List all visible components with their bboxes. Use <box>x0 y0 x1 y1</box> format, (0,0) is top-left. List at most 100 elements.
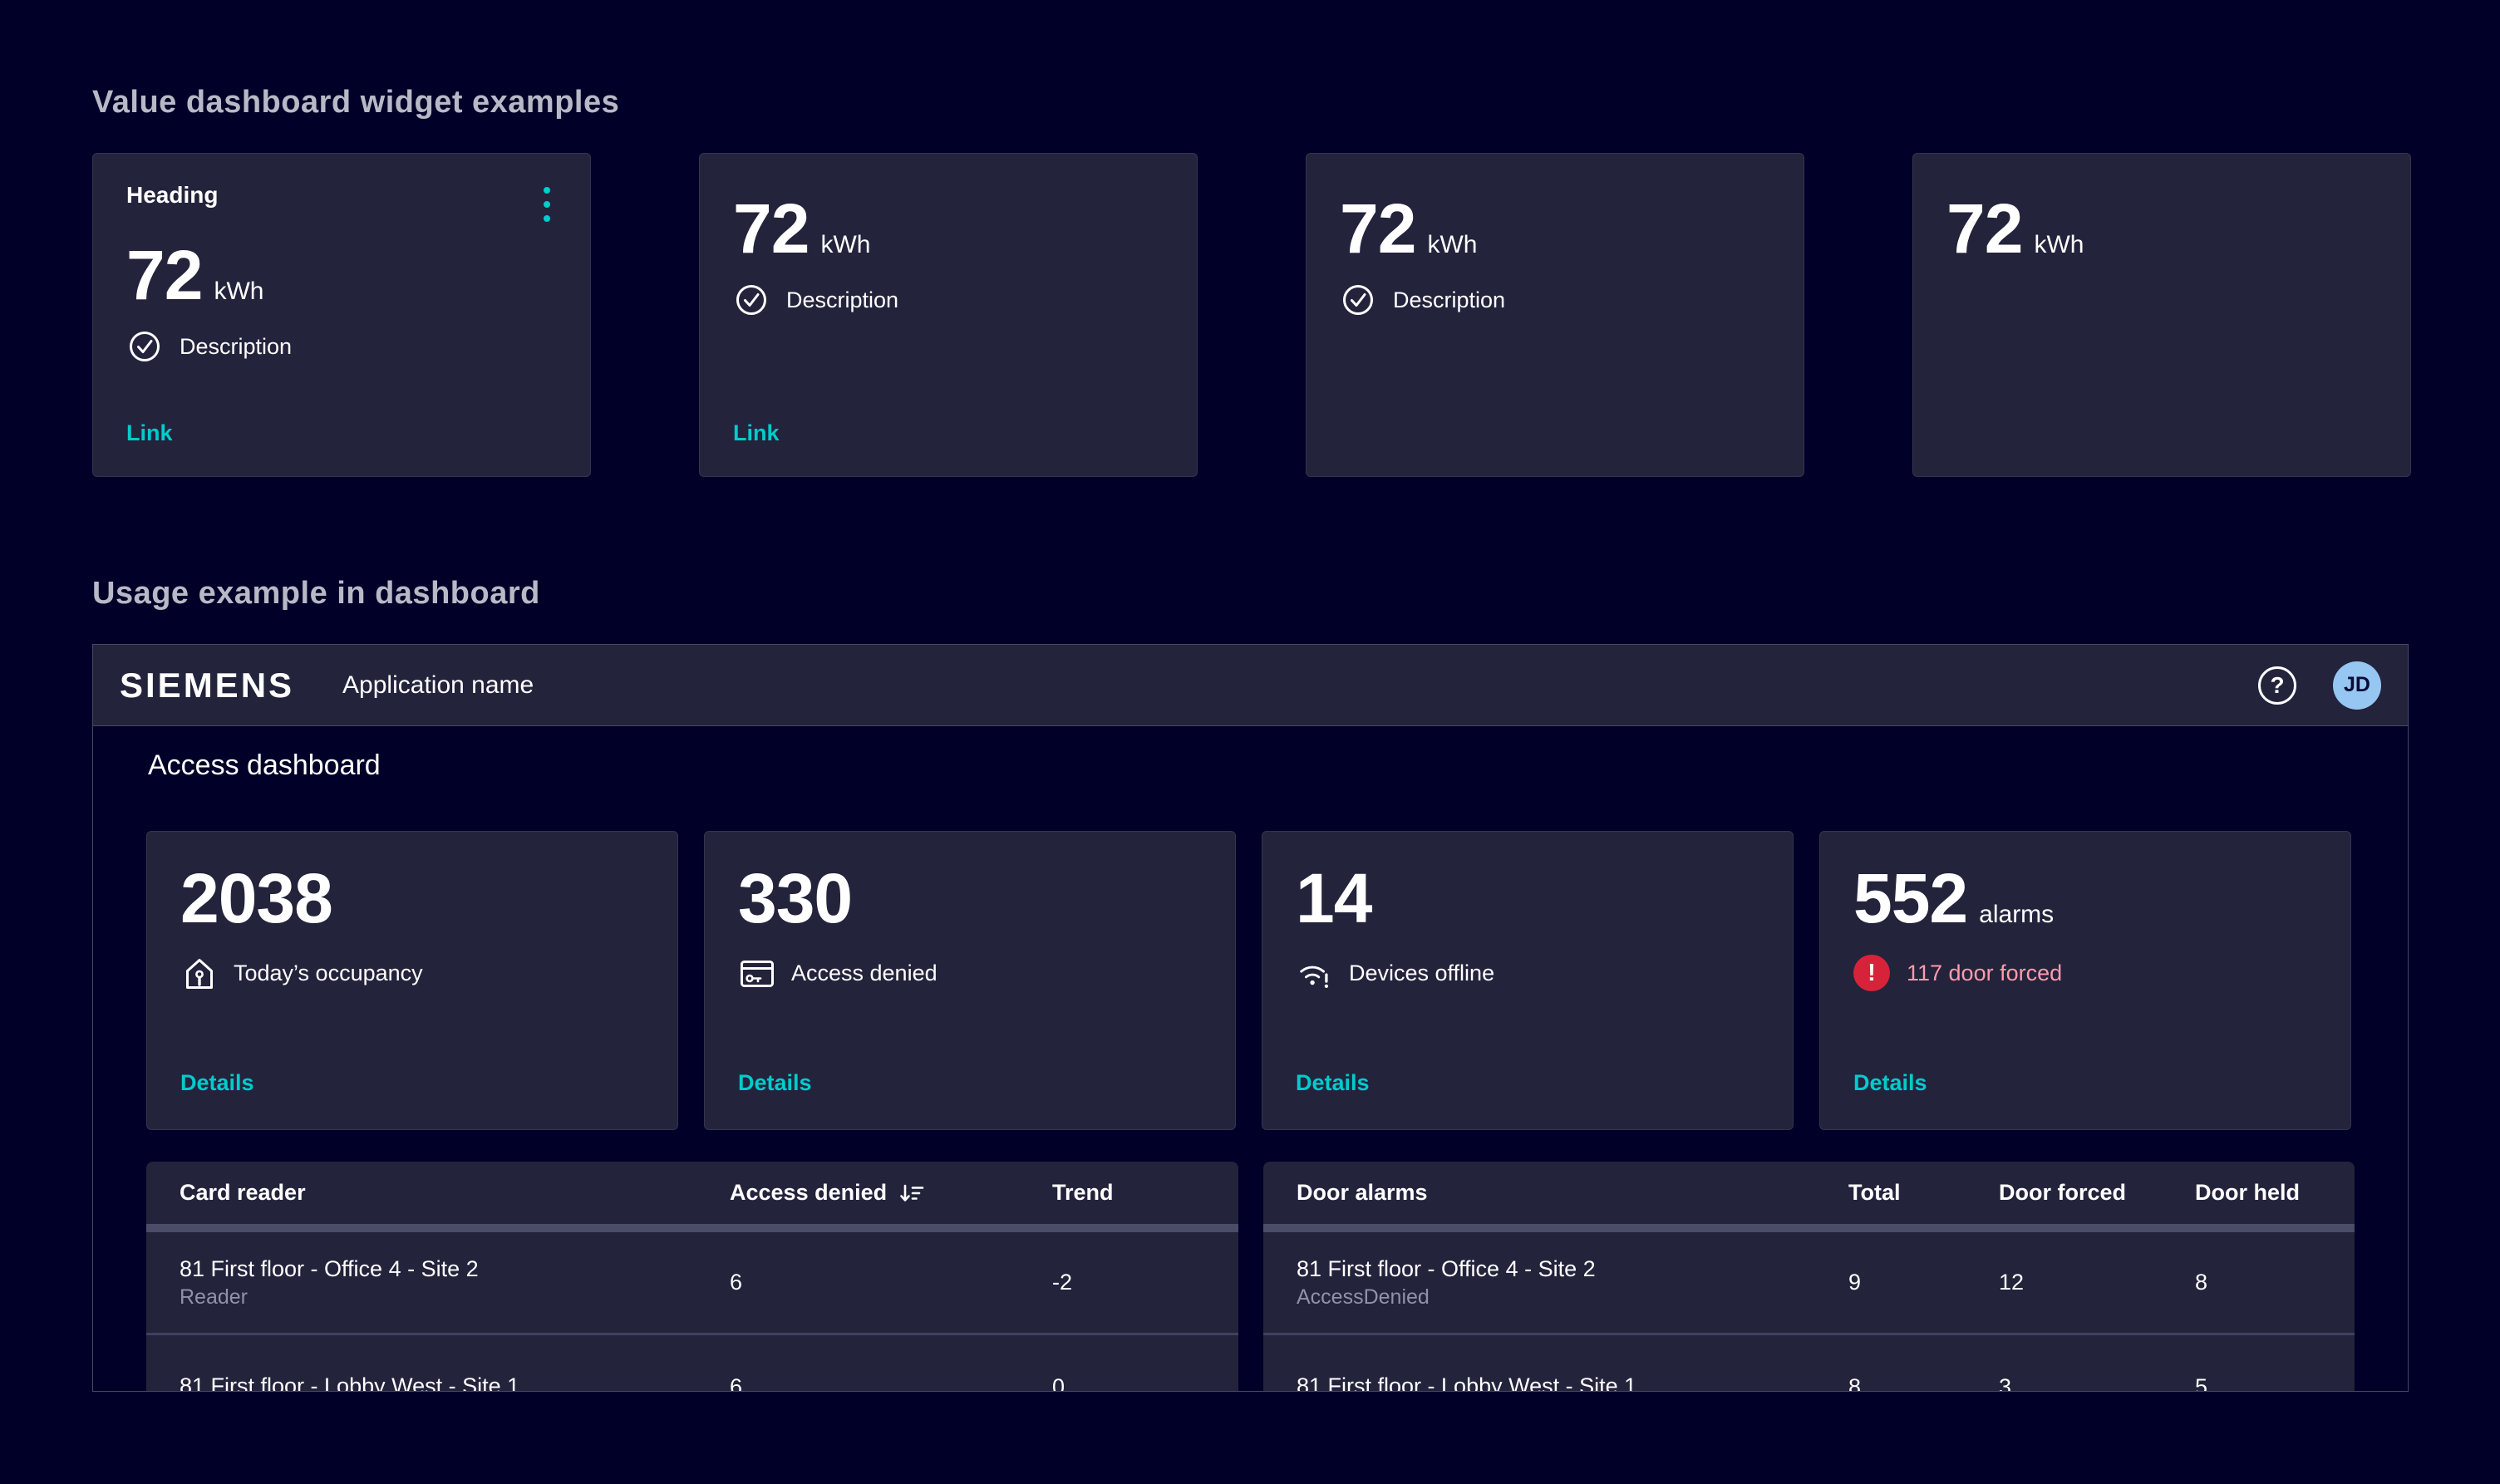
stat-unit: alarms <box>1979 901 2054 929</box>
cell-door-forced: 12 <box>1999 1270 2195 1295</box>
cell-access-denied: 6 <box>730 1270 1052 1295</box>
column-header-trend[interactable]: Trend <box>1052 1180 1238 1206</box>
column-header-access-denied[interactable]: Access denied <box>730 1180 1052 1206</box>
dashboard-title: Access dashboard <box>148 749 381 782</box>
widget-heading: Heading <box>126 182 218 209</box>
column-header-door-alarms[interactable]: Door alarms <box>1263 1180 1848 1206</box>
widget-description-row: Description <box>733 282 1164 318</box>
siemens-logo: SIEMENS <box>120 666 294 705</box>
widget-value-row: 72 kWh <box>733 194 1164 263</box>
stat-card-row: 2038 Today’s occupancy Details 330 Acces… <box>146 831 2351 1130</box>
widget-value-row: 72 kWh <box>1946 194 2377 263</box>
table-header-divider <box>146 1224 1238 1232</box>
kebab-menu-icon[interactable] <box>537 182 557 227</box>
widget-value: 72 <box>1946 194 2022 263</box>
keycard-icon <box>738 955 775 991</box>
help-icon[interactable] <box>2258 666 2296 705</box>
section-title-usage-example: Usage example in dashboard <box>92 576 540 612</box>
widget-unit: kWh <box>214 278 263 306</box>
widget-value: 72 <box>733 194 809 263</box>
widget-unit: kWh <box>1427 231 1477 259</box>
occupancy-house-person-icon <box>180 955 217 991</box>
check-circle-icon <box>126 328 163 365</box>
table-header-row: Door alarms Total Door forced Door held <box>1263 1162 2355 1224</box>
widget-value-row: 72 kWh <box>1340 194 1770 263</box>
door-alarms-table: Door alarms Total Door forced Door held … <box>1263 1162 2355 1392</box>
stat-details-link[interactable]: Details <box>180 1070 254 1096</box>
table-header-row: Card reader Access denied Trend <box>146 1162 1238 1224</box>
cell-total: 9 <box>1848 1270 1999 1295</box>
application-name: Application name <box>342 671 534 700</box>
stat-value-row: 552 alarms <box>1853 863 2317 933</box>
cell-door-held: 8 <box>2195 1270 2355 1295</box>
stat-card-occupancy: 2038 Today’s occupancy Details <box>146 831 678 1130</box>
widget-value: 72 <box>1340 194 1415 263</box>
check-circle-icon <box>1340 282 1376 318</box>
stat-value: 14 <box>1296 863 1371 933</box>
value-widget-card-3: 72 kWh Description <box>1306 153 1804 477</box>
stat-label: Devices offline <box>1349 961 1494 986</box>
stat-card-access-denied: 330 Access denied Details <box>704 831 1236 1130</box>
column-header-card-reader[interactable]: Card reader <box>146 1180 730 1206</box>
stat-label: Today’s occupancy <box>234 961 423 986</box>
value-widget-row: Heading 72 kWh Description Link 72 kWh D… <box>92 153 2411 477</box>
column-header-door-forced[interactable]: Door forced <box>1999 1180 2195 1206</box>
widget-description-row: Description <box>126 328 557 365</box>
value-widget-card-4: 72 kWh <box>1912 153 2411 477</box>
value-widget-card-2: 72 kWh Description Link <box>699 153 1198 477</box>
table-row[interactable]: 81 First floor - Lobby West - Site 1 6 0 <box>146 1335 1238 1392</box>
stat-value-row: 330 <box>738 863 1202 933</box>
widget-value-row: 72 kWh <box>126 240 557 310</box>
stat-card-devices-offline: 14 Devices offline Details <box>1262 831 1794 1130</box>
header-actions: JD <box>2258 661 2381 710</box>
table-row[interactable]: 81 First floor - Lobby West - Site 1 8 3… <box>1263 1335 2355 1392</box>
check-circle-icon <box>733 282 770 318</box>
stat-value-row: 14 <box>1296 863 1759 933</box>
cell-door-forced: 3 <box>1999 1374 2195 1393</box>
row-title: 81 First floor - Office 4 - Site 2 <box>180 1256 730 1284</box>
table-row[interactable]: 81 First floor - Office 4 - Site 2 Reade… <box>146 1232 1238 1335</box>
table-row[interactable]: 81 First floor - Office 4 - Site 2 Acces… <box>1263 1232 2355 1335</box>
widget-description: Description <box>1393 287 1505 313</box>
table-header-divider <box>1263 1224 2355 1232</box>
stat-details-link[interactable]: Details <box>738 1070 812 1096</box>
widget-value: 72 <box>126 240 202 310</box>
card-reader-table: Card reader Access denied Trend 81 First… <box>146 1162 1238 1392</box>
widget-link[interactable]: Link <box>126 420 173 446</box>
widget-description-row: Description <box>1340 282 1770 318</box>
row-subtitle: AccessDenied <box>1297 1285 1848 1310</box>
column-header-total[interactable]: Total <box>1848 1180 1999 1206</box>
stat-label: 117 door forced <box>1907 961 2062 986</box>
widget-unit: kWh <box>2034 231 2084 259</box>
widget-unit: kWh <box>820 231 870 259</box>
dashboard-tables: Card reader Access denied Trend 81 First… <box>146 1162 2355 1392</box>
stat-card-alarms: 552 alarms 117 door forced Details <box>1819 831 2351 1130</box>
cell-door-held: 5 <box>2195 1374 2355 1393</box>
row-title: 81 First floor - Lobby West - Site 1 <box>180 1373 730 1392</box>
application-header-bar: SIEMENS Application name JD <box>93 645 2408 726</box>
value-widget-card-1: Heading 72 kWh Description Link <box>92 153 591 477</box>
cell-total: 8 <box>1848 1374 1999 1393</box>
user-avatar[interactable]: JD <box>2333 661 2381 710</box>
cell-trend: -2 <box>1052 1270 1238 1295</box>
column-header-door-held[interactable]: Door held <box>2195 1180 2355 1206</box>
stat-label: Access denied <box>791 961 938 986</box>
row-subtitle: Reader <box>180 1285 730 1310</box>
stat-label-row: 117 door forced <box>1853 955 2317 991</box>
stat-label-row: Today’s occupancy <box>180 955 644 991</box>
stat-label-row: Devices offline <box>1296 955 1759 991</box>
section-title-widget-examples: Value dashboard widget examples <box>92 85 619 120</box>
stat-value: 552 <box>1853 863 1967 933</box>
application-frame: SIEMENS Application name JD Access dashb… <box>92 644 2409 1392</box>
row-title: 81 First floor - Lobby West - Site 1 <box>1297 1373 1848 1392</box>
widget-link[interactable]: Link <box>733 420 780 446</box>
stat-details-link[interactable]: Details <box>1853 1070 1927 1096</box>
widget-description: Description <box>180 334 292 360</box>
stat-value-row: 2038 <box>180 863 644 933</box>
widget-description: Description <box>786 287 898 313</box>
row-title: 81 First floor - Office 4 - Site 2 <box>1297 1256 1848 1284</box>
cell-access-denied: 6 <box>730 1374 1052 1393</box>
stat-value: 2038 <box>180 863 332 933</box>
stat-label-row: Access denied <box>738 955 1202 991</box>
stat-details-link[interactable]: Details <box>1296 1070 1370 1096</box>
